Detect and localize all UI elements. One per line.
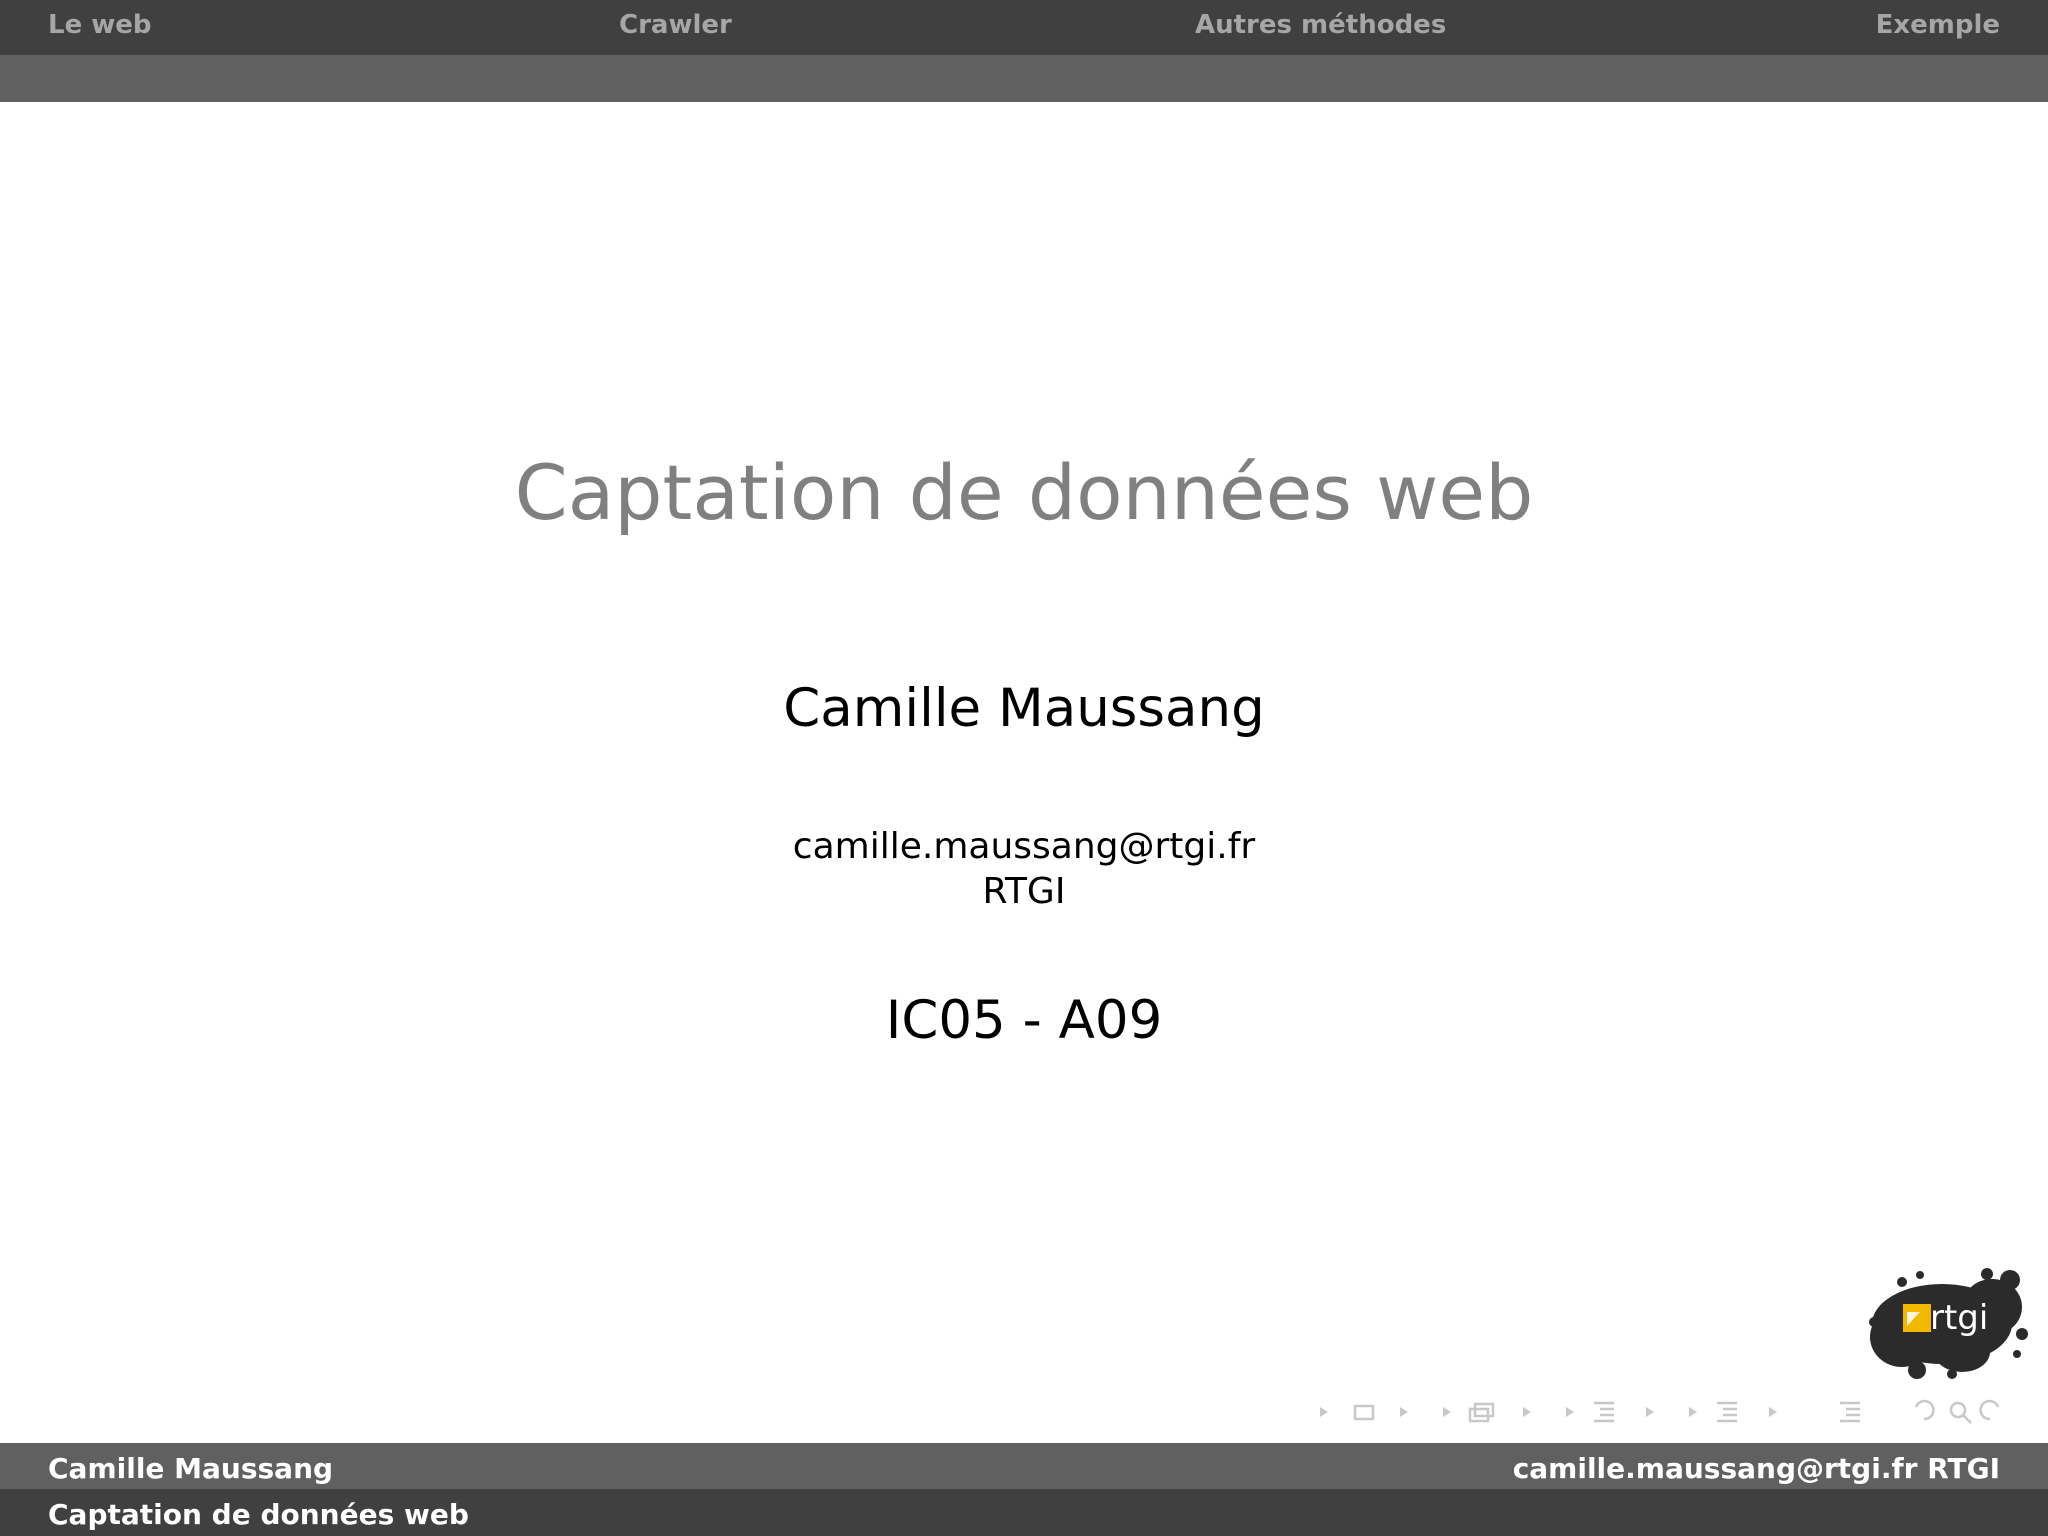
slide: Le web Crawler Autres méthodes Exemple C… xyxy=(0,0,2048,1536)
rtgi-logo-text: rtgi xyxy=(1930,1298,1988,1338)
search-icon[interactable] xyxy=(1949,1401,1972,1424)
course-code: IC05 - A09 xyxy=(885,990,1163,1051)
back-icon[interactable] xyxy=(1914,1399,1935,1421)
presentation-author: Camille Maussang xyxy=(783,678,1265,739)
author-email: camille.maussang@rtgi.fr xyxy=(792,826,1256,867)
next-frame-icon[interactable] xyxy=(1400,1407,1408,1417)
nav-link-le-web[interactable]: Le web xyxy=(48,10,152,40)
nav-link-autres-methodes[interactable]: Autres méthodes xyxy=(1195,10,1446,40)
author-affiliation: camille.maussang@rtgi.fr RTGI xyxy=(0,824,2048,914)
forward-icon[interactable] xyxy=(1979,1399,2000,1421)
frame-icon[interactable] xyxy=(1353,1404,1375,1421)
rtgi-logo: rtgi xyxy=(1869,1268,2028,1379)
previous-document-part-icon[interactable] xyxy=(1689,1407,1697,1417)
section-icon[interactable] xyxy=(1594,1401,1614,1423)
section-navigation-bar: Le web Crawler Autres méthodes Exemple xyxy=(0,0,2048,55)
subsection-bar xyxy=(0,55,2048,102)
subsection-icon[interactable] xyxy=(1468,1402,1495,1423)
previous-section-icon[interactable] xyxy=(1566,1407,1574,1417)
footer-author: Camille Maussang xyxy=(48,1452,334,1485)
previous-frame-icon[interactable] xyxy=(1320,1407,1328,1417)
next-subsection-icon[interactable] xyxy=(1523,1407,1531,1417)
footer-title: Captation de données web xyxy=(48,1498,469,1531)
nav-link-crawler[interactable]: Crawler xyxy=(619,10,732,40)
document-icon[interactable] xyxy=(1717,1401,1737,1423)
nav-link-exemple[interactable]: Exemple xyxy=(1876,10,2000,40)
next-section-icon[interactable] xyxy=(1646,1407,1654,1417)
next-document-part-icon[interactable] xyxy=(1769,1407,1777,1417)
appendix-icon[interactable] xyxy=(1840,1401,1860,1423)
presentation-title: Captation de données web xyxy=(514,448,1534,537)
footer-contact: camille.maussang@rtgi.fr RTGI xyxy=(1512,1452,2000,1485)
author-institute: RTGI xyxy=(982,871,1066,912)
beamer-navigation-symbols xyxy=(1320,1399,2000,1424)
footer-title-bar: Captation de données web xyxy=(0,1489,2048,1536)
previous-subsection-icon[interactable] xyxy=(1443,1407,1451,1417)
footer-author-bar: Camille Maussang camille.maussang@rtgi.f… xyxy=(0,1443,2048,1489)
